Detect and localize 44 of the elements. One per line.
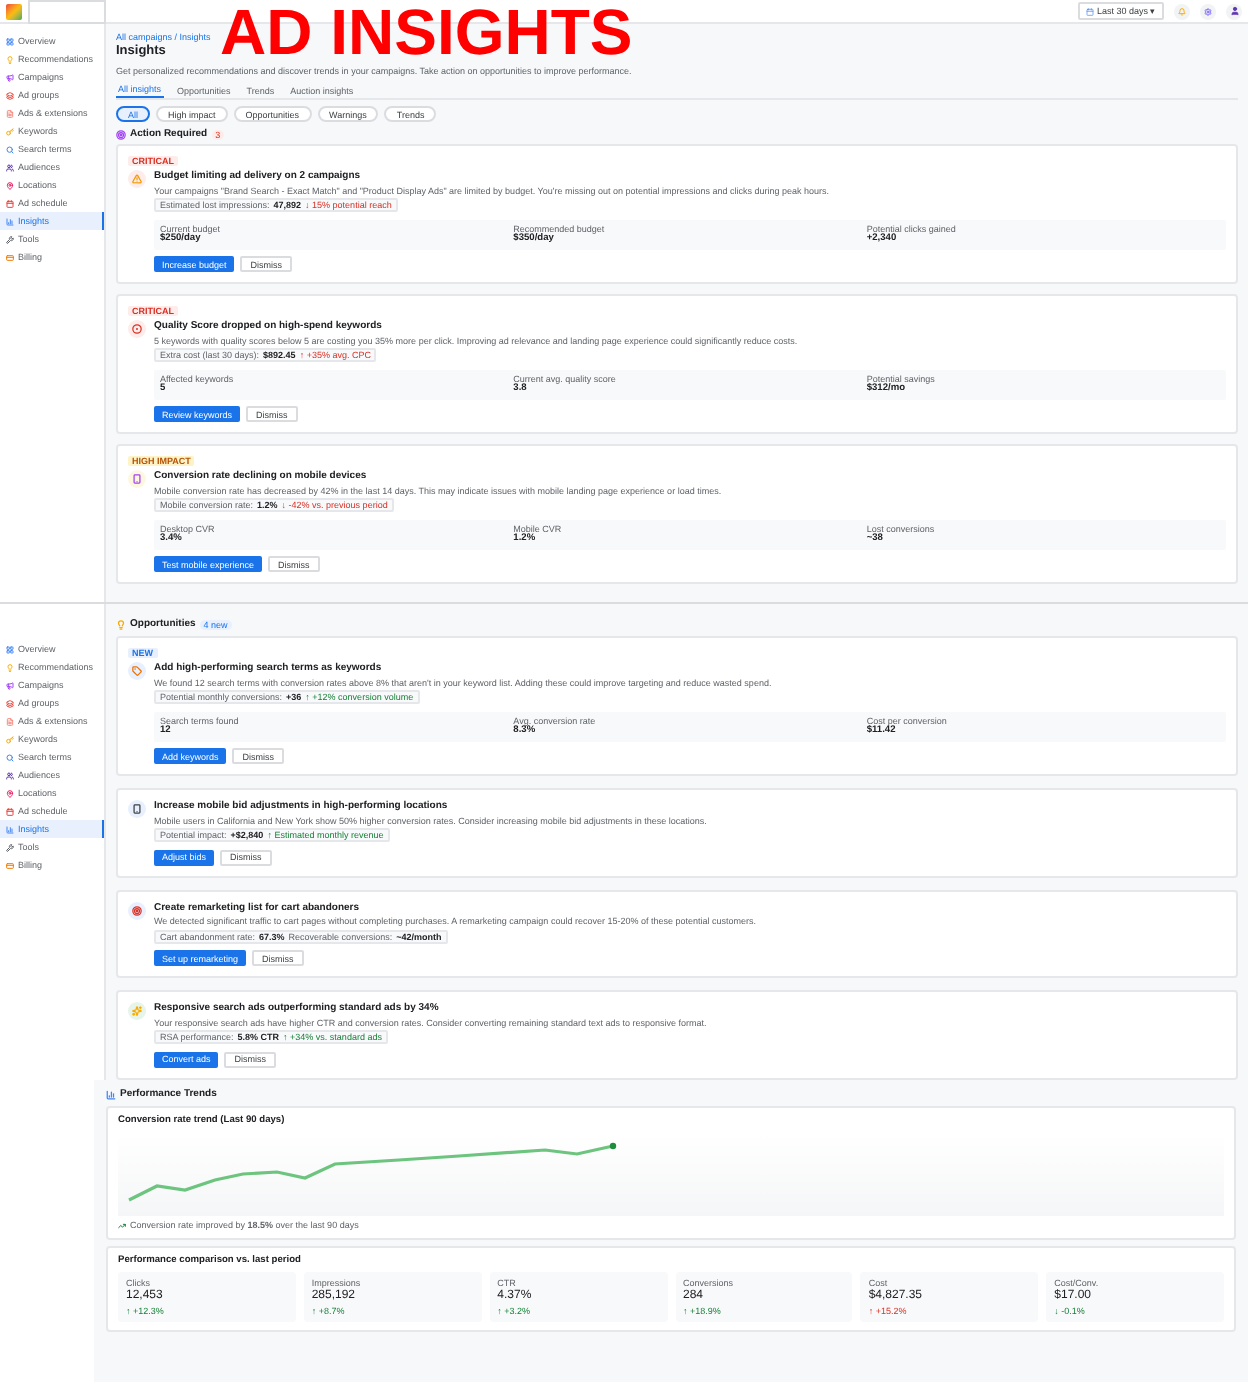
key-icon — [6, 735, 14, 743]
sparkles-icon — [128, 1002, 146, 1020]
target-icon — [128, 901, 146, 919]
document-icon — [6, 109, 14, 117]
grid-icon — [6, 37, 14, 45]
calendar-icon — [6, 807, 14, 815]
grid-icon — [6, 645, 14, 653]
search-field[interactable] — [28, 0, 106, 23]
megaphone-icon — [6, 681, 14, 689]
key-icon — [6, 127, 14, 135]
card-icon — [6, 861, 14, 869]
document-icon — [6, 717, 14, 725]
phone-icon — [128, 470, 146, 488]
logo-icon — [6, 3, 22, 19]
overlay-title: AD INSIGHTS — [220, 0, 633, 64]
phone-icon — [128, 800, 146, 818]
lightbulb-icon — [116, 619, 126, 629]
settings-button[interactable] — [1200, 3, 1216, 19]
pin-icon — [6, 789, 14, 797]
users-icon — [6, 163, 14, 171]
layers-icon — [6, 91, 14, 99]
chart-icon — [6, 825, 14, 833]
calendar-icon — [1086, 7, 1095, 15]
search-icon — [6, 145, 14, 153]
chart-icon — [6, 217, 14, 225]
notifications-button[interactable] — [1174, 3, 1190, 19]
target-icon — [116, 129, 126, 139]
layers-icon — [6, 699, 14, 707]
avatar-button[interactable] — [1226, 3, 1242, 19]
wrench-icon — [6, 235, 14, 243]
calendar-icon — [6, 199, 14, 207]
bar-chart-icon — [106, 1089, 116, 1099]
wrench-icon — [6, 843, 14, 851]
lightbulb-icon — [6, 663, 14, 671]
alert-dot-icon — [128, 320, 146, 338]
lightbulb-icon — [6, 55, 14, 63]
megaphone-icon — [6, 73, 14, 81]
search-icon — [6, 753, 14, 761]
warning-icon — [128, 170, 146, 188]
tag-icon — [128, 662, 146, 680]
trend-up-icon — [118, 1221, 126, 1229]
users-icon — [6, 771, 14, 779]
card-icon — [6, 253, 14, 261]
pin-icon — [6, 181, 14, 189]
